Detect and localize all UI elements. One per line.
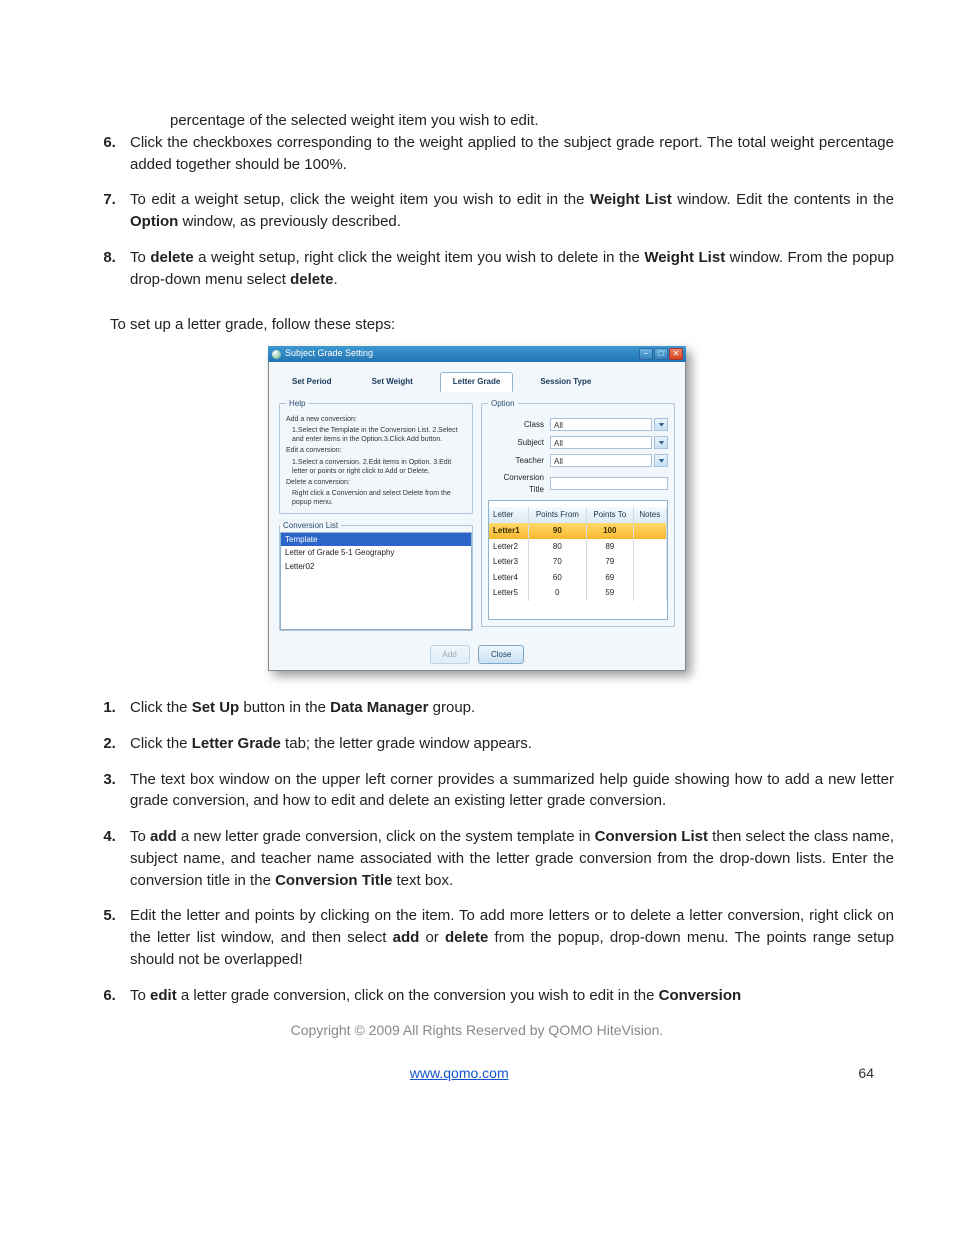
app-icon [272, 350, 281, 359]
field-input[interactable]: All [550, 454, 652, 467]
option-legend: Option [488, 398, 518, 410]
minimize-button[interactable]: − [639, 348, 653, 360]
close-button[interactable]: Close [478, 645, 524, 665]
tab-set-weight[interactable]: Set Weight [359, 372, 426, 392]
table-cell[interactable]: Letter4 [489, 570, 528, 586]
table-cell[interactable] [633, 523, 666, 539]
dialog-titlebar[interactable]: Subject Grade Setting − □ ✕ [268, 346, 686, 362]
conversion-list-panel: Conversion List TemplateLetter of Grade … [279, 520, 473, 631]
list-item: Edit the letter and points by clicking o… [120, 905, 894, 970]
table-cell[interactable]: 69 [586, 570, 633, 586]
add-button[interactable]: Add [430, 645, 470, 665]
column-header[interactable]: Points To [586, 507, 633, 523]
help-panel: Help Add a new conversion:1.Select the T… [279, 398, 473, 514]
field-label: Subject [488, 437, 550, 449]
table-cell[interactable]: 89 [586, 539, 633, 555]
page-number: 64 [858, 1063, 874, 1083]
list-item: To edit a letter grade conversion, click… [120, 985, 894, 1007]
list-item: To delete a weight setup, right click th… [120, 247, 894, 291]
conversion-list-legend: Conversion List [280, 520, 341, 532]
table-cell[interactable] [633, 585, 666, 601]
footer-url[interactable]: www.qomo.com [410, 1063, 509, 1083]
list-item: Click the Letter Grade tab; the letter g… [120, 733, 894, 755]
list-item: The text box window on the upper left co… [120, 769, 894, 813]
table-cell[interactable] [633, 539, 666, 555]
option-row-class: ClassAll [488, 418, 668, 431]
maximize-button[interactable]: □ [654, 348, 668, 360]
subject-grade-dialog: Subject Grade Setting − □ ✕ Set PeriodSe… [268, 346, 686, 671]
ordered-list-weight: Click the checkboxes corresponding to th… [60, 132, 894, 291]
table-row[interactable]: Letter37079 [489, 554, 667, 570]
field-input[interactable]: All [550, 436, 652, 449]
conversion-item[interactable]: Template [281, 533, 471, 547]
table-cell[interactable]: 79 [586, 554, 633, 570]
dialog-tabs: Set Period Set Weight Letter Grade Session … [279, 372, 675, 392]
field-label: Conversion Title [488, 472, 550, 495]
tab-session-type[interactable]: Session Type [527, 372, 604, 392]
table-cell[interactable]: Letter2 [489, 539, 528, 555]
dropdown-icon[interactable] [654, 454, 668, 467]
field-input[interactable]: All [550, 418, 652, 431]
help-legend: Help [286, 398, 308, 410]
conversion-list[interactable]: TemplateLetter of Grade 5-1 GeographyLet… [280, 532, 472, 630]
field-label: Teacher [488, 455, 550, 467]
table-row[interactable]: Letter28089 [489, 539, 667, 555]
option-row-subject: SubjectAll [488, 436, 668, 449]
list-item: To add a new letter grade conversion, cl… [120, 826, 894, 891]
column-header[interactable]: Points From [528, 507, 586, 523]
option-panel: Option ClassAllSubjectAllTeacherAllConve… [481, 398, 675, 628]
tab-set-period[interactable]: Set Period [279, 372, 345, 392]
copyright: Copyright © 2009 All Rights Reserved by … [60, 1020, 894, 1040]
table-cell[interactable]: 0 [528, 585, 586, 601]
conversion-item[interactable]: Letter02 [281, 560, 471, 574]
table-row[interactable]: Letter5059 [489, 585, 667, 601]
column-header[interactable]: Letter [489, 507, 528, 523]
list-item: Click the checkboxes corresponding to th… [120, 132, 894, 176]
table-row[interactable]: Letter190100 [489, 523, 667, 539]
table-cell[interactable]: 90 [528, 523, 586, 539]
field-label: Class [488, 419, 550, 431]
conversion-item[interactable]: Letter of Grade 5-1 Geography [281, 546, 471, 560]
table-cell[interactable]: Letter5 [489, 585, 528, 601]
table-cell[interactable]: Letter1 [489, 523, 528, 539]
close-window-button[interactable]: ✕ [669, 348, 683, 360]
field-input[interactable] [550, 477, 668, 490]
list-item: Click the Set Up button in the Data Mana… [120, 697, 894, 719]
table-cell[interactable] [633, 570, 666, 586]
option-row-conversion-title: Conversion Title [488, 472, 668, 495]
continued-paragraph: percentage of the selected weight item y… [170, 110, 894, 132]
table-cell[interactable] [633, 554, 666, 570]
table-cell[interactable]: Letter3 [489, 554, 528, 570]
intro-line: To set up a letter grade, follow these s… [110, 314, 894, 336]
dropdown-icon[interactable] [654, 418, 668, 431]
option-row-teacher: TeacherAll [488, 454, 668, 467]
column-header[interactable]: Notes [633, 507, 666, 523]
table-cell[interactable]: 70 [528, 554, 586, 570]
table-cell[interactable]: 80 [528, 539, 586, 555]
tab-letter-grade[interactable]: Letter Grade [440, 372, 514, 392]
table-cell[interactable]: 100 [586, 523, 633, 539]
dialog-title: Subject Grade Setting [285, 347, 373, 360]
dropdown-icon[interactable] [654, 436, 668, 449]
table-cell[interactable]: 60 [528, 570, 586, 586]
ordered-list-letter: Click the Set Up button in the Data Mana… [60, 697, 894, 1006]
table-row[interactable]: Letter46069 [489, 570, 667, 586]
table-cell[interactable]: 59 [586, 585, 633, 601]
list-item: To edit a weight setup, click the weight… [120, 189, 894, 233]
letter-grid[interactable]: LetterPoints FromPoints ToNotesLetter190… [488, 500, 668, 620]
